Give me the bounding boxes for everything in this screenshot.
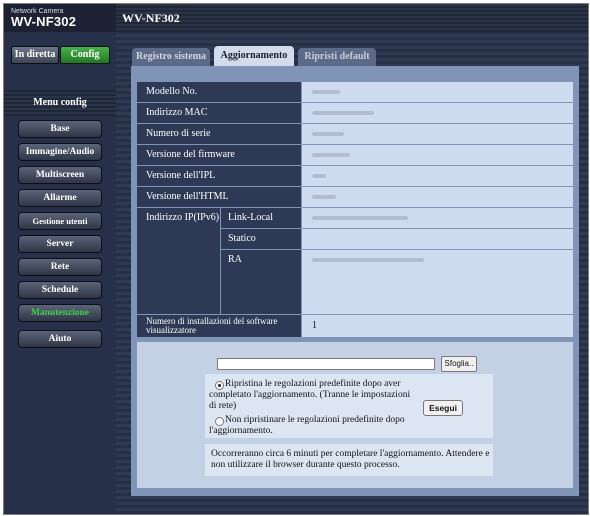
update-note: Occorreranno circa 6 minuti per completa…: [205, 444, 493, 476]
html-value: [302, 187, 573, 207]
nav-network-button[interactable]: Rete: [18, 258, 102, 276]
serial-value: [302, 124, 573, 144]
title-bar: WV-NF302: [116, 4, 588, 32]
model-value: [302, 82, 573, 102]
nav-base-button[interactable]: Base: [18, 120, 102, 138]
nav-multiscreen-button[interactable]: Multiscreen: [18, 166, 102, 184]
file-path-input[interactable]: [217, 358, 435, 370]
nav-image-audio-button[interactable]: Immagine/Audio: [18, 143, 102, 161]
ipl-label: Versione dell'IPL: [137, 166, 301, 186]
update-options: Ripristina le regolazioni predefinite do…: [205, 374, 493, 438]
tab-reset-default[interactable]: Ripristi default: [298, 48, 376, 66]
html-label: Versione dell'HTML: [137, 187, 301, 207]
firmware-label: Versione del firmware: [137, 145, 301, 165]
installs-label: Numero di installazioni del software vis…: [137, 315, 301, 337]
static-value: [302, 229, 573, 249]
config-button[interactable]: Config: [60, 46, 110, 64]
serial-label: Numero di serie: [137, 124, 301, 144]
live-button[interactable]: In diretta: [11, 46, 59, 64]
nav-help-button[interactable]: Aiuto: [18, 330, 102, 348]
ipl-value: [302, 166, 573, 186]
link-local-value: [302, 208, 573, 228]
brand-logo: Network Camera WV-NF302: [4, 4, 116, 32]
tab-upgrade[interactable]: Aggiornamento: [214, 46, 294, 66]
app-window: Network Camera WV-NF302 WV-NF302 In dire…: [3, 3, 589, 515]
menu-config-heading: Menu config: [4, 90, 116, 116]
firmware-value: [302, 145, 573, 165]
page-title: WV-NF302: [122, 11, 180, 25]
upgrade-panel: Modello No. Indirizzo MAC Numero di seri…: [131, 66, 579, 496]
brand-model: WV-NF302: [11, 14, 77, 29]
nav-alarm-button[interactable]: Allarme: [18, 189, 102, 207]
nav-maintenance-button[interactable]: Manutenzione: [18, 304, 102, 322]
ra-label: RA: [221, 250, 301, 314]
browse-button[interactable]: Sfoglia..: [441, 356, 477, 372]
model-label: Modello No.: [137, 82, 301, 102]
nav-server-button[interactable]: Server: [18, 235, 102, 253]
installs-value: 1: [302, 315, 573, 337]
option-keep-settings-label: Non ripristinare le regolazioni predefin…: [209, 415, 405, 436]
nav-schedule-button[interactable]: Schedule: [18, 281, 102, 299]
mac-value: [302, 103, 573, 123]
ra-value: [302, 250, 573, 314]
ipv6-label: Indirizzo IP(IPv6): [137, 208, 220, 314]
option-reset-defaults-label: Ripristina le regolazioni predefinite do…: [209, 379, 411, 411]
nav-user-management-button[interactable]: Gestione utenti: [18, 212, 102, 230]
link-local-label: Link-Local: [221, 208, 301, 228]
update-box: Sfoglia.. Ripristina le regolazioni pred…: [137, 342, 573, 488]
main-content: Registro sistema Aggiornamento Ripristi …: [116, 32, 588, 514]
tab-system-log[interactable]: Registro sistema: [132, 48, 210, 66]
sidebar: In diretta Config Menu config Base Immag…: [4, 32, 116, 514]
static-label: Statico: [221, 229, 301, 249]
execute-button[interactable]: Esegui: [423, 400, 463, 416]
mac-label: Indirizzo MAC: [137, 103, 301, 123]
